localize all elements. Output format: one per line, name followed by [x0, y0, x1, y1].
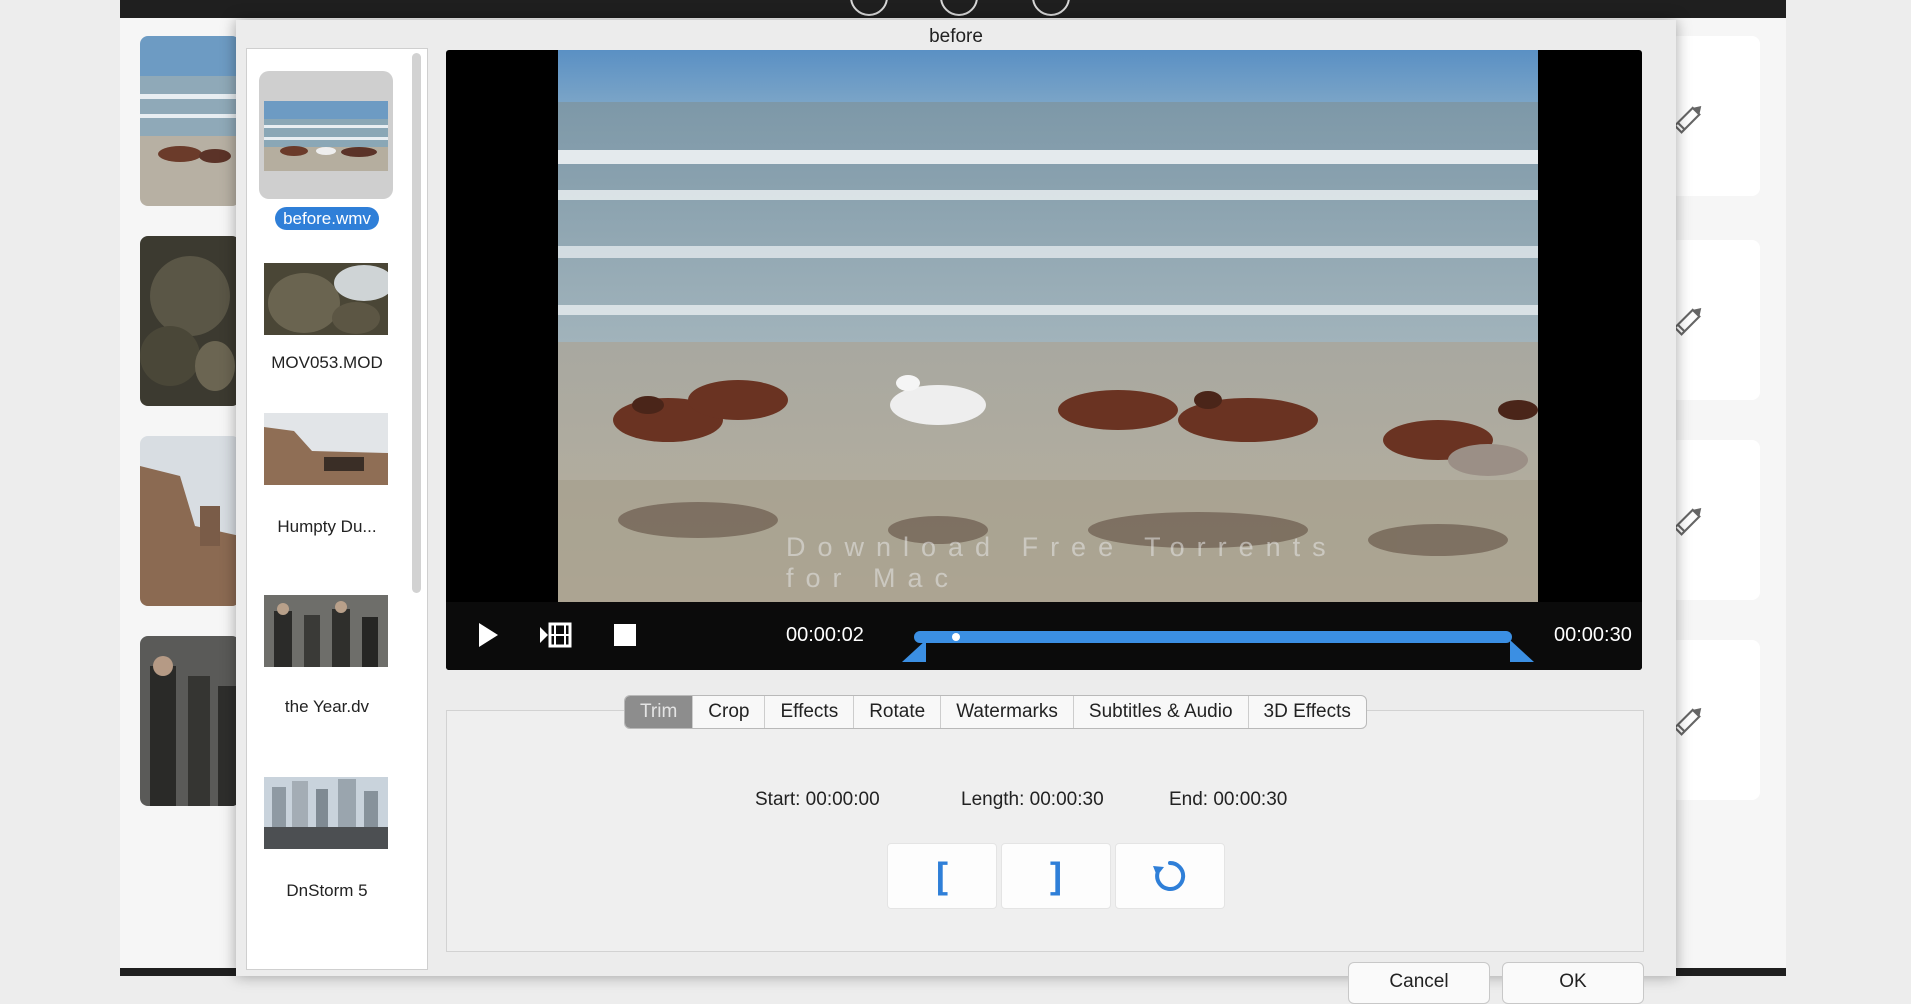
background-video-thumbnail[interactable]: [140, 236, 240, 406]
file-list-item[interactable]: Humpty Du...: [247, 413, 407, 563]
set-start-button[interactable]: [: [887, 843, 997, 909]
trim-start-marker[interactable]: [902, 640, 926, 662]
dialog-title: before: [929, 26, 983, 47]
clip-snapshot-icon[interactable]: [538, 618, 572, 652]
trim-end-marker[interactable]: [1510, 640, 1534, 662]
trim-start-time: Start: 00:00:00: [755, 789, 880, 810]
stop-icon[interactable]: [608, 618, 642, 652]
player-controls: 00:00:02 00:00:30: [446, 602, 1642, 670]
set-start-label: [: [936, 855, 948, 896]
ok-button[interactable]: OK: [1502, 962, 1644, 1004]
trim-length: Length: 00:00:30: [961, 789, 1104, 810]
file-list[interactable]: before.wmv MOV053.MOD Humpty Du... the Y…: [246, 48, 428, 970]
total-time: 00:00:30: [1554, 624, 1632, 646]
watermark-text: Download Free Torrents for Mac: [786, 532, 1338, 593]
edit-dialog: before before.wmv MOV053.MOD Humpty Du..…: [236, 20, 1676, 1004]
reset-icon: [1153, 860, 1186, 891]
reset-button[interactable]: [1115, 843, 1225, 909]
background-video-thumbnail[interactable]: [140, 636, 240, 806]
tab-rotate[interactable]: Rotate: [854, 696, 942, 728]
tab-subtitles-audio[interactable]: Subtitles & Audio: [1074, 696, 1249, 728]
file-name: the Year.dv: [284, 697, 370, 716]
playhead[interactable]: [951, 633, 960, 641]
timeline-slider[interactable]: [914, 631, 1512, 643]
tab-trim[interactable]: Trim: [625, 696, 694, 728]
cancel-button[interactable]: Cancel: [1348, 962, 1490, 1004]
tab-watermarks[interactable]: Watermarks: [941, 696, 1074, 728]
trim-end-time: End: 00:00:30: [1169, 789, 1288, 810]
trim-panel: Start: 00:00:00 Length: 00:00:30 End: 00…: [446, 710, 1644, 952]
video-frame: [558, 50, 1538, 602]
ok-button-label: OK: [1559, 971, 1587, 992]
video-preview[interactable]: Download Free Torrents for Mac 00:00:02: [446, 50, 1642, 670]
background-video-thumbnail[interactable]: [140, 36, 240, 206]
tab-3d-effects[interactable]: 3D Effects: [1249, 696, 1366, 728]
tab-crop[interactable]: Crop: [693, 696, 766, 728]
file-thumbnail: [264, 413, 388, 485]
play-icon[interactable]: [470, 618, 504, 652]
background-video-thumbnail[interactable]: [140, 436, 240, 606]
file-thumbnail: [259, 71, 393, 199]
file-thumbnail: [264, 263, 388, 335]
timeline-range: [914, 631, 1512, 643]
set-end-button[interactable]: ]: [1001, 843, 1111, 909]
file-name: DnStorm 5: [286, 881, 368, 900]
scrollbar[interactable]: [412, 53, 421, 593]
file-list-item[interactable]: DnStorm 5: [247, 777, 407, 927]
file-name: Humpty Du...: [277, 517, 377, 536]
file-thumbnail: [264, 595, 388, 667]
toolbar-circle-button[interactable]: [1032, 0, 1070, 16]
file-name: MOV053.MOD: [271, 353, 383, 372]
file-list-item[interactable]: the Year.dv: [247, 595, 407, 745]
toolbar-circle-button[interactable]: [850, 0, 888, 16]
tab-effects[interactable]: Effects: [765, 696, 855, 728]
edit-tabs: Trim Crop Effects Rotate Watermarks Subt…: [624, 695, 1367, 729]
file-list-item[interactable]: MOV053.MOD: [247, 229, 407, 379]
app-titlebar: [120, 0, 1786, 18]
toolbar-circle-button[interactable]: [940, 0, 978, 16]
file-name: before.wmv: [247, 207, 407, 230]
set-end-label: ]: [1050, 855, 1062, 896]
cancel-button-label: Cancel: [1389, 971, 1449, 992]
file-thumbnail: [264, 777, 388, 849]
current-time: 00:00:02: [786, 624, 864, 646]
file-list-item[interactable]: before.wmv: [247, 57, 407, 230]
